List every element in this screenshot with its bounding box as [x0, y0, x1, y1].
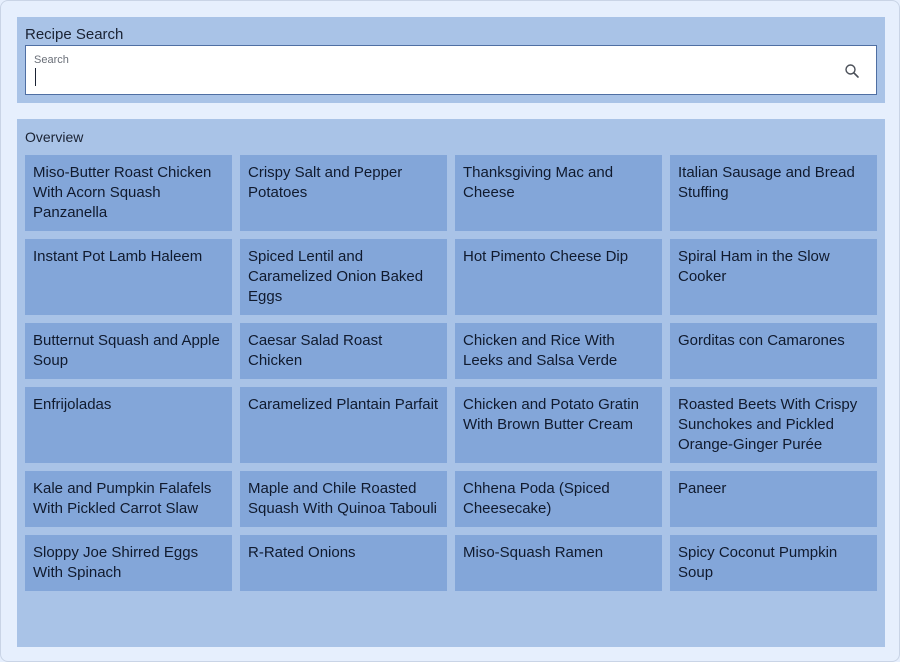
recipe-card[interactable]: Hot Pimento Cheese Dip — [455, 239, 662, 315]
recipe-card[interactable]: Paneer — [670, 471, 877, 527]
search-input[interactable]: Search — [25, 45, 877, 95]
recipe-card[interactable]: Chicken and Potato Gratin With Brown But… — [455, 387, 662, 463]
recipe-card[interactable]: Roasted Beets With Crispy Sunchokes and … — [670, 387, 877, 463]
recipe-card[interactable]: Crispy Salt and Pepper Potatoes — [240, 155, 447, 231]
search-panel-title: Recipe Search — [25, 26, 124, 43]
recipe-card[interactable]: Instant Pot Lamb Haleem — [25, 239, 232, 315]
recipe-card[interactable]: Kale and Pumpkin Falafels With Pickled C… — [25, 471, 232, 527]
recipe-card[interactable]: Gorditas con Camarones — [670, 323, 877, 379]
app-window: Recipe Search Search Overview Miso-Butte… — [0, 0, 900, 662]
recipe-card[interactable]: Caesar Salad Roast Chicken — [240, 323, 447, 379]
overview-panel: Overview Miso-Butter Roast Chicken With … — [17, 119, 885, 647]
search-placeholder: Search — [34, 54, 69, 66]
recipe-card[interactable]: Maple and Chile Roasted Squash With Quin… — [240, 471, 447, 527]
recipe-card[interactable]: R-Rated Onions — [240, 535, 447, 591]
search-icon[interactable] — [844, 63, 860, 79]
recipe-card[interactable]: Chhena Poda (Spiced Cheesecake) — [455, 471, 662, 527]
overview-title: Overview — [25, 129, 84, 145]
recipe-card[interactable]: Spicy Coconut Pumpkin Soup — [670, 535, 877, 591]
recipe-card[interactable]: Miso-Squash Ramen — [455, 535, 662, 591]
recipe-card[interactable]: Thanksgiving Mac and Cheese — [455, 155, 662, 231]
recipe-card[interactable]: Sloppy Joe Shirred Eggs With Spinach — [25, 535, 232, 591]
recipe-card[interactable]: Miso-Butter Roast Chicken With Acorn Squ… — [25, 155, 232, 231]
text-caret — [35, 68, 36, 86]
recipe-card[interactable]: Italian Sausage and Bread Stuffing — [670, 155, 877, 231]
recipe-card[interactable]: Chicken and Rice With Leeks and Salsa Ve… — [455, 323, 662, 379]
recipe-grid: Miso-Butter Roast Chicken With Acorn Squ… — [25, 155, 877, 591]
recipe-card[interactable]: Enfrijoladas — [25, 387, 232, 463]
recipe-card[interactable]: Spiced Lentil and Caramelized Onion Bake… — [240, 239, 447, 315]
recipe-card[interactable]: Spiral Ham in the Slow Cooker — [670, 239, 877, 315]
recipe-search-panel: Recipe Search Search — [17, 17, 885, 103]
recipe-card[interactable]: Butternut Squash and Apple Soup — [25, 323, 232, 379]
recipe-card[interactable]: Caramelized Plantain Parfait — [240, 387, 447, 463]
